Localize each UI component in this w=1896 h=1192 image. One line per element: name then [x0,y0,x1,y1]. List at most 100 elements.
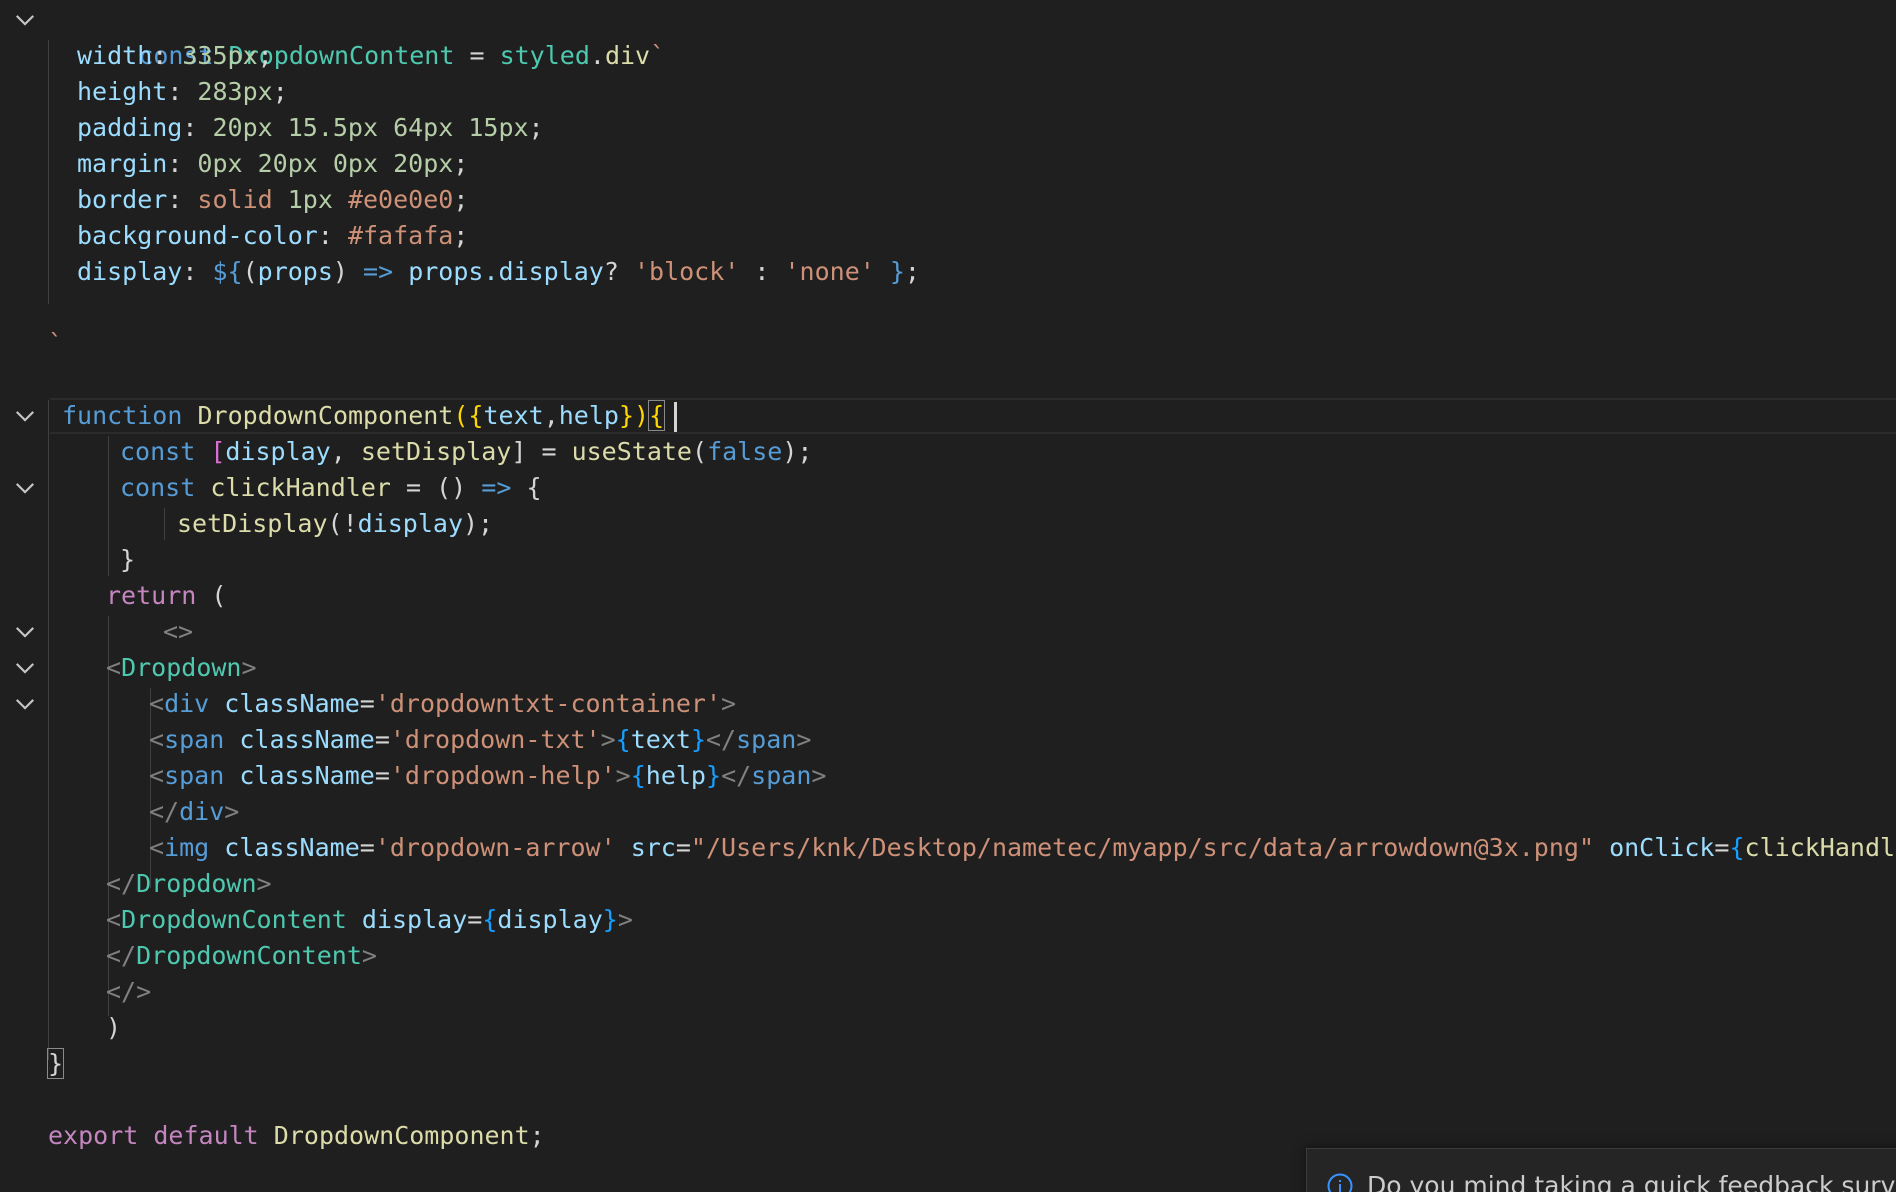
punctuation: ); [782,437,813,466]
punctuation: < [149,833,165,862]
punctuation: > [361,941,377,970]
css-property: width [77,41,153,70]
operator: ! [342,509,358,538]
chevron-down-icon[interactable] [14,693,36,715]
param: props [257,257,333,286]
string: 'block' [633,257,740,286]
chevron-down-icon[interactable] [14,477,36,499]
expression: help [645,761,706,790]
variable: setDisplay [360,437,512,466]
code-line[interactable]: margin: 0px 20px 0px 20px; [0,146,1896,182]
punctuation: </ [106,869,137,898]
punctuation: </ [106,941,137,970]
code-line[interactable]: const [display, setDisplay] = useState(f… [0,434,1896,470]
code-line[interactable]: </> [0,974,1896,1010]
identifier: DropdownComponent [258,1121,530,1150]
feedback-survey-notification[interactable]: Do you mind taking a quick feedback surv… [1306,1148,1896,1192]
code-line[interactable]: <> [0,614,1896,650]
notification-message: Do you mind taking a quick feedback surv… [1367,1171,1896,1192]
punctuation: : [182,257,213,286]
css-property: display [77,257,183,286]
punctuation: > [600,725,616,754]
arrow: => [347,257,409,286]
function-name: DropdownComponent [197,401,454,430]
attribute: display [361,905,468,934]
punctuation: : [152,41,183,70]
code-line[interactable]: <div className='dropdowntxt-container'> [0,686,1896,722]
code-line[interactable]: setDisplay(!display); [0,506,1896,542]
expression: text [630,725,691,754]
code-line[interactable]: background-color: #fafafa; [0,218,1896,254]
punctuation: < [149,761,165,790]
punctuation: > [721,689,737,718]
punctuation: : [167,185,198,214]
operator: = [390,473,437,502]
code-line[interactable]: </Dropdown> [0,866,1896,902]
punctuation: < [106,905,122,934]
current-line[interactable]: function DropdownComponent({text,help}){ [50,398,1896,434]
punctuation: ); [463,509,494,538]
chevron-down-icon[interactable] [14,657,36,679]
punctuation: : [317,221,348,250]
code-line[interactable]: <Dropdown> [0,650,1896,686]
string: 'dropdown-help' [389,761,616,790]
param: help [558,401,619,430]
attribute: className [239,725,375,754]
keyword: const [120,473,196,502]
punctuation: </ [149,797,180,826]
punctuation: : [167,149,198,178]
css-property: height [77,77,168,106]
code-line[interactable]: return ( [0,578,1896,614]
code-line[interactable]: border: solid 1px #e0e0e0; [0,182,1896,218]
punctuation: > [224,797,240,826]
code-line[interactable]: height: 283px; [0,74,1896,110]
string: 'dropdown-arrow' [374,833,616,862]
css-value: solid [197,185,288,214]
code-line[interactable]: </div> [0,794,1896,830]
punctuation: : [167,77,198,106]
punctuation: }) [618,401,650,430]
code-line[interactable]: <img className='dropdown-arrow' src="/Us… [0,830,1896,866]
string: "/Users/knk/Desktop/nametec/myapp/src/da… [690,833,1594,862]
code-line[interactable]: <span className='dropdown-help'>{help}</… [0,758,1896,794]
function-call: setDisplay [177,509,328,538]
punctuation: , [543,401,559,430]
code-line[interactable]: const clickHandler = () => { [0,470,1896,506]
punctuation: ( [196,581,227,610]
punctuation: ; [904,257,920,286]
operator: = [374,761,390,790]
punctuation: > [615,761,631,790]
jsx-tag: Dropdown [121,653,242,682]
attribute: className [239,761,375,790]
brace: { [482,905,498,934]
code-line[interactable]: width: 335px; [0,38,1896,74]
punctuation: ; [272,77,288,106]
code-line[interactable]: <span className='dropdown-txt'>{text}</s… [0,722,1896,758]
brace: { [630,761,646,790]
template-interp: } [874,257,905,286]
keyword: return [106,581,197,610]
punctuation: </ [721,761,752,790]
info-icon [1327,1173,1353,1192]
text-cursor [674,402,678,432]
code-line[interactable]: </DropdownContent> [0,938,1896,974]
code-line[interactable]: } [0,542,1896,578]
css-property: border [77,185,168,214]
code-line[interactable]: <DropdownContent display={display}> [0,902,1896,938]
code-line[interactable]: ) [0,1010,1896,1046]
code-line[interactable]: } [0,1046,1896,1082]
html-tag: span [736,725,797,754]
punctuation: ({ [453,401,484,430]
code-line[interactable]: padding: 20px 15.5px 64px 15px; [0,110,1896,146]
keyword: function [62,401,183,430]
code-line[interactable]: ` [0,326,1896,362]
chevron-down-icon[interactable] [14,9,36,31]
code-line[interactable]: const DropdownContent = styled.div` [0,2,1896,70]
code-line[interactable]: display: ${(props) => props.display? 'bl… [0,254,1896,290]
chevron-down-icon[interactable] [14,405,36,427]
code-editor[interactable]: const DropdownContent = styled.div` widt… [0,0,1896,1192]
html-tag: div [164,689,210,718]
chevron-down-icon[interactable] [14,621,36,643]
jsx-fragment: </> [106,977,152,1006]
brace: { [526,473,542,502]
